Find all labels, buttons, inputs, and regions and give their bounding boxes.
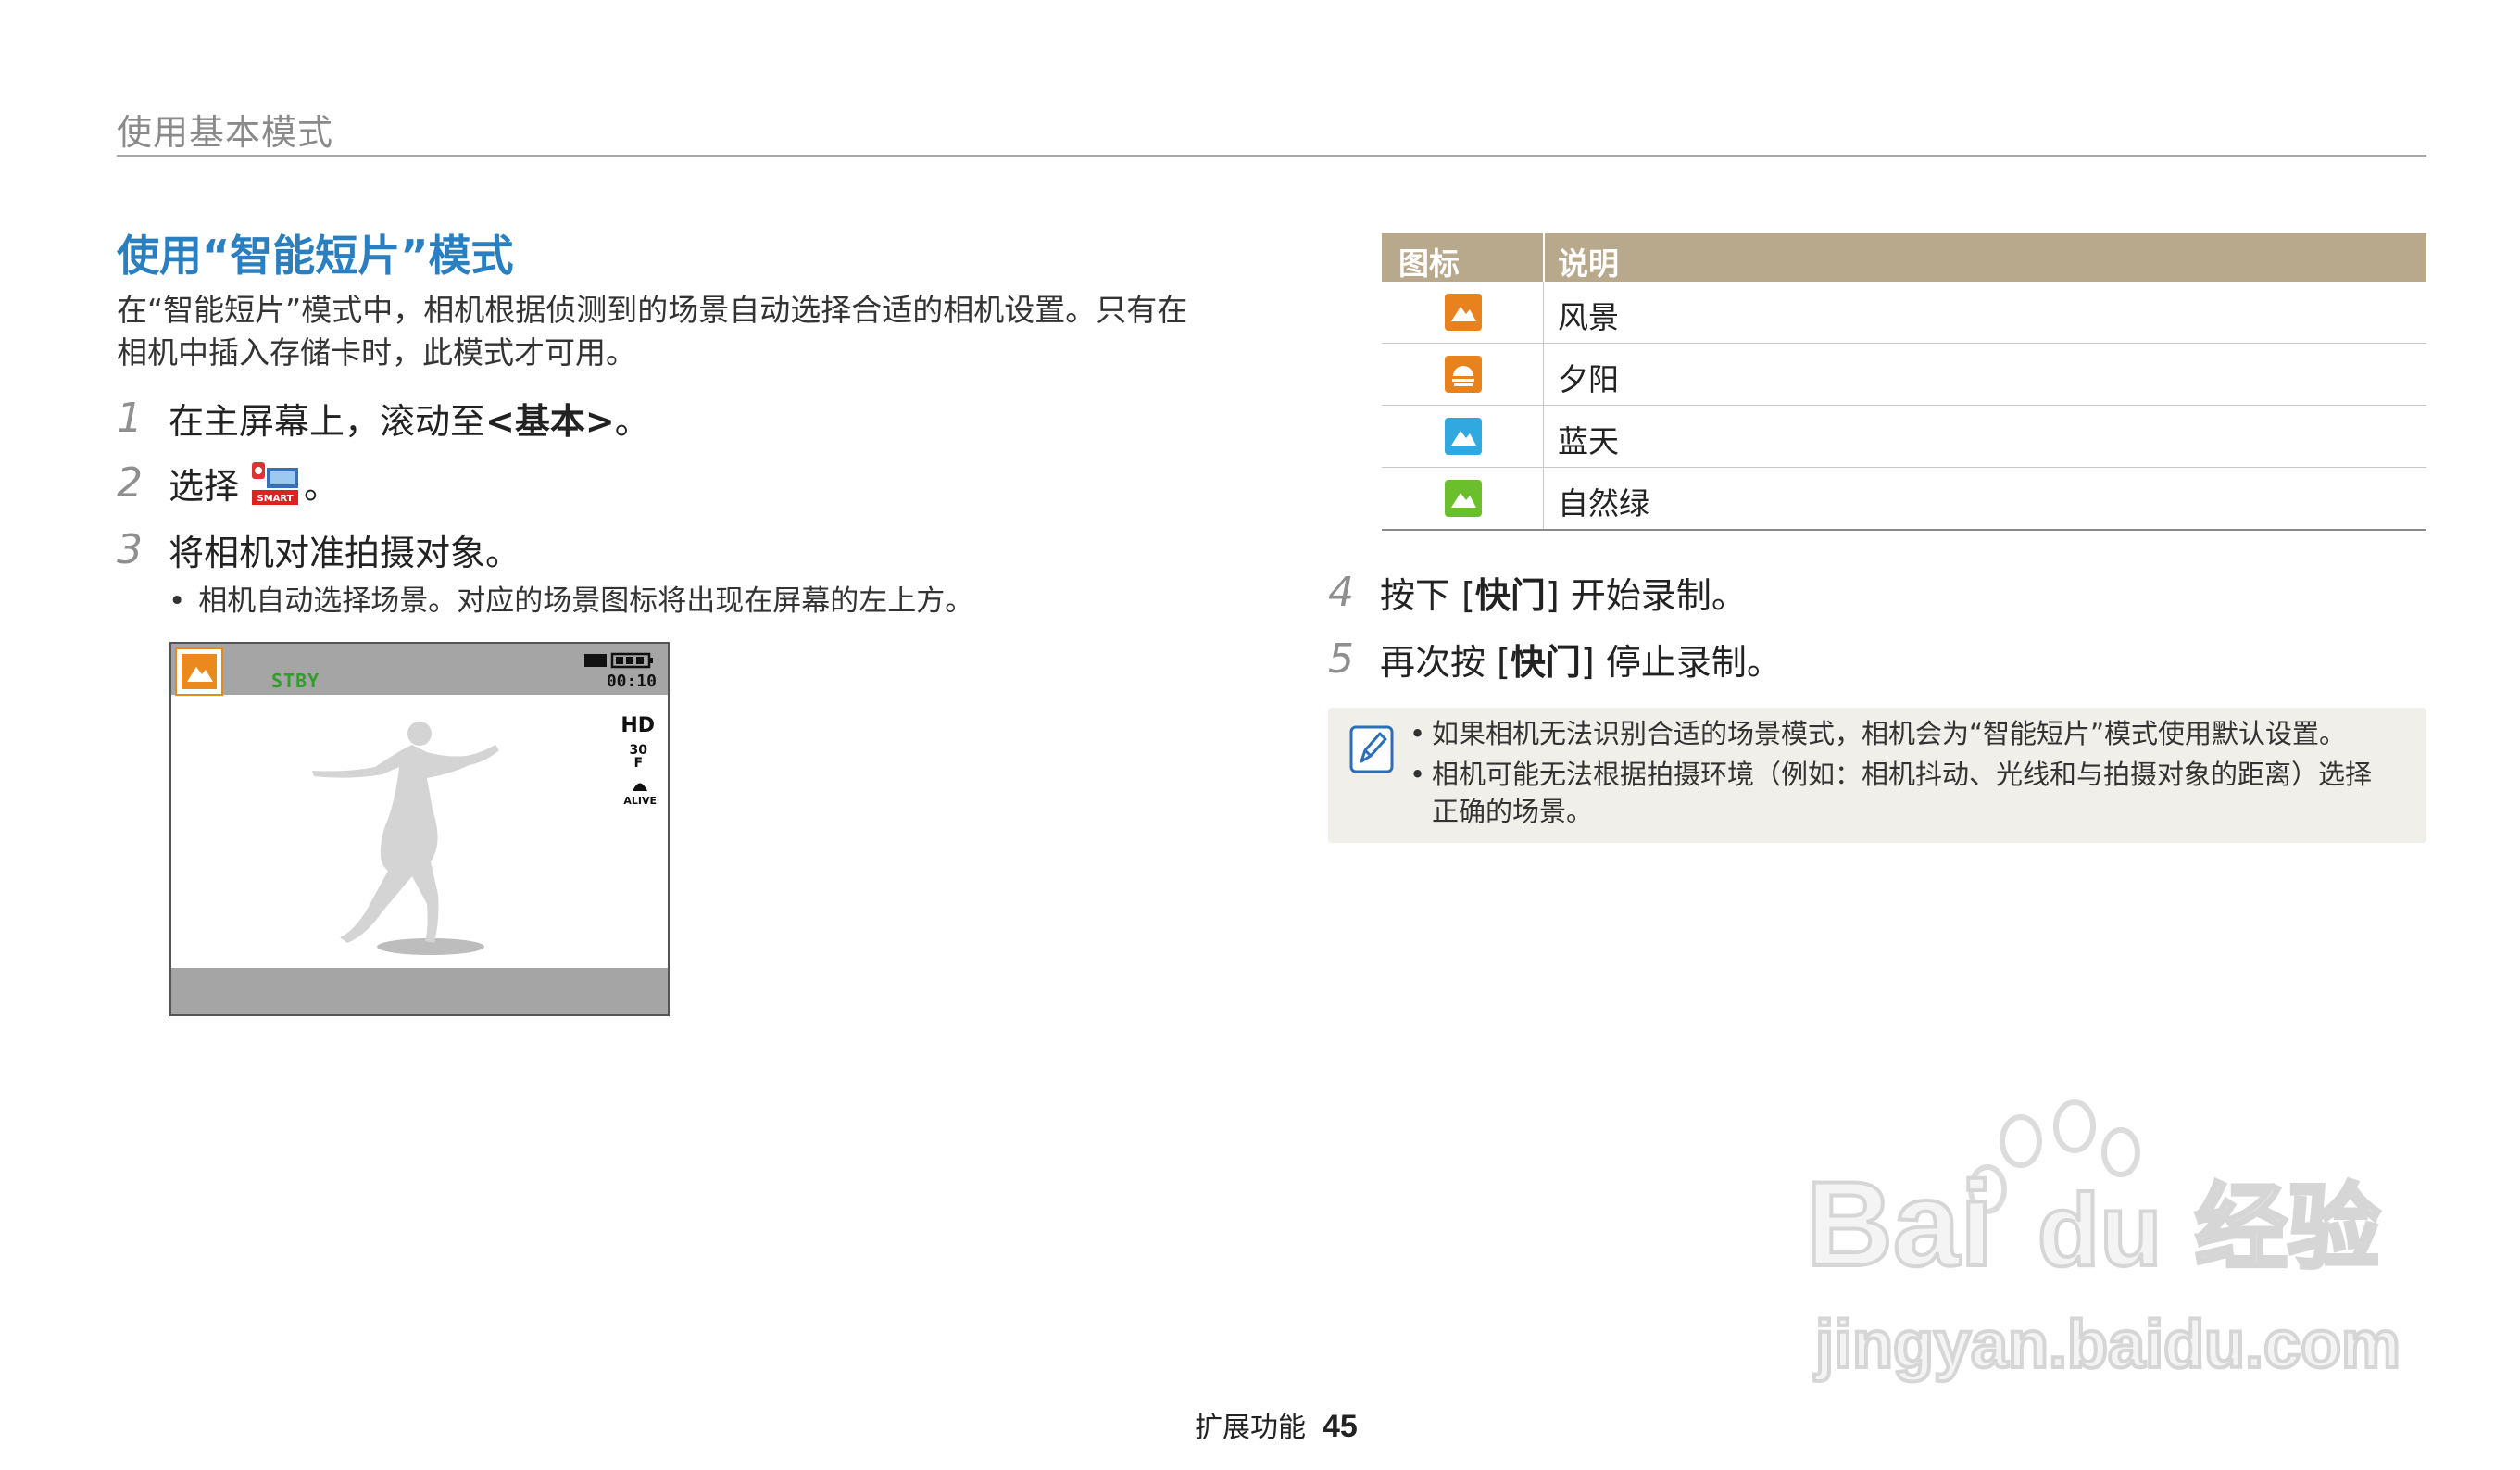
step-text-end: ] 停止录制。 <box>1580 642 1782 683</box>
step-3: 3 将相机对准拍摄对象。 <box>117 524 520 575</box>
step-number: 5 <box>1328 635 1354 683</box>
blue-sky-icon <box>1445 418 1482 455</box>
table-row: 夕阳 <box>1382 344 2426 406</box>
step-number: 2 <box>117 459 143 507</box>
fps-icon: F <box>633 756 644 771</box>
table-row: 蓝天 <box>1382 406 2426 468</box>
header-divider-line <box>1543 233 1545 282</box>
note-pencil-icon <box>1349 725 1394 773</box>
baidu-jingyan-watermark-logo: Bai du 经验 jingyan.baidu.com <box>1806 1099 2402 1384</box>
svg-text:Bai: Bai <box>1806 1156 1993 1291</box>
bullet-text: 相机自动选择场景。对应的场景图标将出现在屏幕的左上方。 <box>198 584 974 618</box>
svg-text:du: du <box>2037 1174 2162 1288</box>
scene-landscape-icon <box>175 647 223 696</box>
step-text-end: 。 <box>304 466 340 507</box>
note-item: • 如果相机无法识别合适的场景模式，相机会为“智能短片”模式使用默认设置。 <box>1410 718 2347 749</box>
menu-name: <基本> <box>485 401 615 442</box>
camera-bottom-bar <box>171 968 668 1014</box>
svg-text:经验: 经验 <box>2195 1176 2380 1280</box>
step-text: 按下 [ <box>1380 575 1475 616</box>
step-4: 4 按下 [快门] 开始录制。 <box>1328 567 1747 618</box>
fps-value: 30 <box>629 743 647 758</box>
status-standby: STBY <box>271 670 320 692</box>
column-header-icon: 图标 <box>1398 245 1460 282</box>
step-text: 将相机对准拍摄对象。 <box>169 533 521 573</box>
bullet-dot: • <box>169 584 186 618</box>
row-label: 夕阳 <box>1558 361 1619 397</box>
microphone-icon <box>633 783 648 791</box>
battery-icon <box>584 652 653 669</box>
svg-text:SMART: SMART <box>257 494 294 504</box>
camera-screen-illustration: STBY 00:10 HD 30 F ALIVE <box>169 642 670 1016</box>
quality-hd: HD <box>621 714 655 737</box>
table-row: 自然绿 <box>1382 468 2426 531</box>
section-header: 使用基本模式 <box>117 112 334 153</box>
page-title: 使用“智能短片”模式 <box>117 231 514 281</box>
step-number: 3 <box>117 526 143 573</box>
step-number: 4 <box>1328 569 1354 616</box>
step-text-end: ] 开始录制。 <box>1545 575 1747 616</box>
step-1: 1 在主屏幕上，滚动至 <基本>。 <box>117 393 650 444</box>
smart-movie-icon: SMART <box>250 460 300 507</box>
recording-time: 00:10 <box>606 672 657 691</box>
intro-paragraph: 在“智能短片”模式中，相机根据侦测到的场景自动选择合适的相机设置。只有在相机中插… <box>117 292 1188 371</box>
note-text: 如果相机无法识别合适的场景模式，相机会为“智能短片”模式使用默认设置。 <box>1432 718 2347 749</box>
footer-section: 扩展功能 <box>1195 1412 1306 1444</box>
svg-text:jingyan.baidu.com: jingyan.baidu.com <box>1813 1308 2401 1382</box>
alive-label: ALIVE <box>623 795 657 807</box>
row-label: 蓝天 <box>1558 423 1619 459</box>
page-footer: 扩展功能 45 <box>1195 1404 1358 1445</box>
step-text-end: 。 <box>614 401 650 442</box>
sunset-icon <box>1445 356 1482 393</box>
step-text: 再次按 [ <box>1380 642 1511 683</box>
table-header: 图标 说明 <box>1382 233 2426 282</box>
step-number: 1 <box>117 395 143 442</box>
table-row: 风景 <box>1382 282 2426 344</box>
step-text: 在主屏幕上，滚动至 <box>169 401 486 442</box>
button-name: 快门 <box>1510 642 1581 683</box>
natural-green-icon <box>1445 480 1482 517</box>
note-text: 相机可能无法根据拍摄环境（例如：相机抖动、光线和与拍摄对象的距离）选择正确的场景… <box>1432 759 2373 827</box>
button-name: 快门 <box>1474 575 1546 616</box>
step-5: 5 再次按 [快门] 停止录制。 <box>1328 634 1782 685</box>
note-item: • 相机可能无法根据拍摄环境（例如：相机抖动、光线和与拍摄对象的距离）选择正确的场… <box>1410 759 2373 827</box>
frame-rate: 30 F <box>630 744 647 770</box>
step-text: 选择 <box>169 466 240 507</box>
header-divider <box>117 155 2426 157</box>
bullet-scene-auto: • 相机自动选择场景。对应的场景图标将出现在屏幕的左上方。 <box>169 577 973 619</box>
step-2: 2 选择 SMART 。 <box>117 458 339 509</box>
voice-alive-indicator: ALIVE <box>623 779 657 807</box>
landscape-icon <box>1445 294 1482 331</box>
note-box: • 如果相机无法识别合适的场景模式，相机会为“智能短片”模式使用默认设置。 • 相机… <box>1328 708 2426 843</box>
row-label: 自然绿 <box>1558 485 1649 521</box>
page-number: 45 <box>1323 1409 1358 1444</box>
row-label: 风景 <box>1558 299 1619 335</box>
dancer-silhouette <box>312 722 499 955</box>
column-header-description: 说明 <box>1558 245 1619 282</box>
